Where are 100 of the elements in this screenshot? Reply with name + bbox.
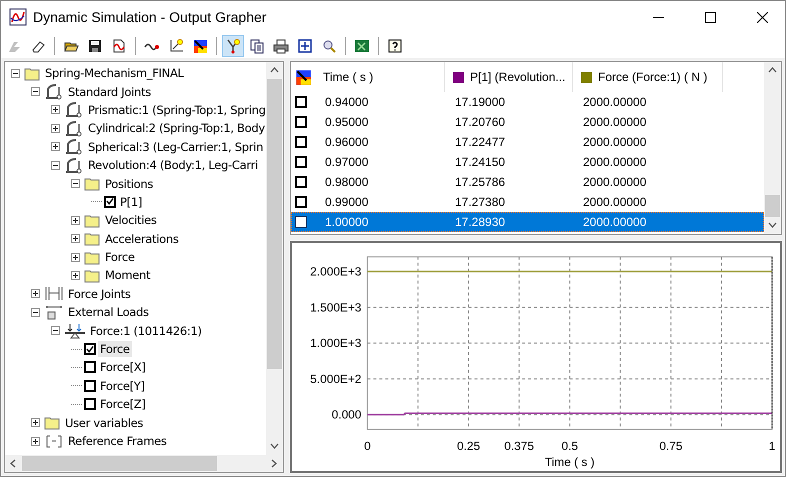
- vertical-scrollbar[interactable]: [266, 62, 283, 455]
- collapse-toggle[interactable]: [31, 308, 40, 317]
- column-header[interactable]: Force (Force:1) ( N ): [573, 62, 723, 92]
- table-cell-text: 0.96000: [324, 135, 370, 149]
- table-cell-text: 17.28930: [454, 215, 506, 229]
- y-tick-label: 1.000E+3: [310, 336, 362, 350]
- table-cell-text: 2000.00000: [582, 215, 648, 229]
- axes-icon: [168, 38, 184, 54]
- row-checkbox[interactable]: [295, 156, 307, 168]
- tree-item[interactable]: Force[Y]: [98, 378, 147, 394]
- expand-toggle[interactable]: [71, 216, 80, 225]
- row-checkbox[interactable]: [295, 116, 307, 128]
- table-cell-text: 17.25786: [454, 175, 506, 189]
- checkbox[interactable]: [84, 343, 96, 356]
- table-cell-text: 17.22477: [454, 135, 506, 149]
- checkbox[interactable]: [84, 361, 96, 374]
- expand-toggle[interactable]: [71, 234, 80, 244]
- tree-item[interactable]: Force[Z]: [98, 396, 148, 412]
- collapse-toggle[interactable]: [51, 326, 60, 336]
- x-tick-label: 0.75: [659, 439, 682, 454]
- folder-icon: [44, 415, 61, 430]
- cursor-icon: [225, 38, 241, 54]
- horizontal-scrollbar[interactable]: [5, 455, 283, 472]
- tree-item[interactable]: Revolution:4 (Body:1, Leg-Carri: [86, 157, 260, 174]
- table-cell-text: 17.27380: [454, 195, 506, 209]
- tree-item[interactable]: Accelerations: [103, 230, 181, 247]
- tree-item[interactable]: Cylindrical:2 (Spring-Top:1, Body: [86, 120, 266, 136]
- close-icon: [756, 12, 768, 22]
- checkbox[interactable]: [104, 196, 116, 208]
- expand-toggle[interactable]: [71, 252, 80, 262]
- table-row[interactable]: 0.95000 17.20760 2000.00000: [291, 112, 764, 132]
- tree-item[interactable]: User variables: [63, 414, 146, 431]
- expand-toggle[interactable]: [31, 436, 40, 446]
- checkbox[interactable]: [84, 380, 96, 392]
- table-row[interactable]: 0.96000 17.22477 2000.00000: [291, 132, 764, 152]
- force-joint-icon: [44, 286, 64, 302]
- vertical-scrollbar[interactable]: [764, 62, 781, 234]
- table-cell-text: 2000.00000: [582, 195, 648, 209]
- expand-toggle[interactable]: [31, 289, 40, 298]
- tree-item[interactable]: Standard Joints: [66, 84, 153, 100]
- expand-toggle[interactable]: [51, 105, 60, 114]
- tree-item[interactable]: Positions: [103, 176, 156, 192]
- expand-toggle[interactable]: [51, 142, 60, 152]
- tree-item[interactable]: Force: [103, 249, 137, 266]
- tree-item[interactable]: Force[X]: [98, 359, 148, 376]
- joint-icon: [44, 83, 64, 100]
- checkbox[interactable]: [84, 398, 96, 410]
- load-icon: [44, 304, 64, 320]
- force-icon: [64, 322, 86, 339]
- row-checkbox[interactable]: [295, 136, 307, 148]
- row-checkbox[interactable]: [295, 216, 307, 228]
- tree-item[interactable]: External Loads: [66, 304, 151, 320]
- y-tick-label: 0.000: [332, 408, 362, 422]
- expand-toggle[interactable]: [51, 124, 60, 133]
- joint-icon: [64, 120, 84, 137]
- tree-item[interactable]: Moment: [103, 267, 152, 284]
- scroll-thumb[interactable]: [22, 456, 217, 471]
- tree-item[interactable]: Spring-Mechanism_FINAL: [43, 65, 186, 82]
- table-row[interactable]: 1.00000 17.28930 2000.00000: [291, 212, 764, 232]
- frame-icon: [44, 434, 64, 448]
- column-header[interactable]: P[1] (Revolution...: [445, 62, 573, 92]
- collapse-toggle[interactable]: [71, 179, 80, 188]
- scroll-thumb[interactable]: [765, 195, 780, 217]
- table-cell-text: 2000.00000: [582, 95, 648, 109]
- y-tick-label: 1.500E+3: [310, 300, 362, 314]
- table-cell-text: 0.94000: [324, 95, 370, 109]
- row-checkbox[interactable]: [295, 196, 307, 208]
- toolbar-button[interactable]: [222, 34, 244, 56]
- row-checkbox[interactable]: [295, 96, 307, 108]
- tree-item[interactable]: Force Joints: [66, 286, 133, 302]
- tree-item[interactable]: Velocities: [103, 212, 159, 228]
- app-icon: [9, 8, 27, 26]
- row-checkbox[interactable]: [295, 176, 307, 188]
- expand-toggle[interactable]: [71, 270, 80, 280]
- table-row[interactable]: 0.99000 17.27380 2000.00000: [291, 192, 764, 212]
- table-cell-text: 17.19000: [454, 95, 506, 109]
- collapse-toggle[interactable]: [11, 68, 20, 78]
- tree-item[interactable]: Reference Frames: [66, 433, 169, 449]
- expand-toggle[interactable]: [31, 418, 40, 428]
- column-header[interactable]: Time ( s ): [315, 62, 445, 92]
- tree-item[interactable]: P[1]: [118, 194, 144, 210]
- x-tick-label: 0: [364, 439, 371, 454]
- collapse-toggle[interactable]: [51, 160, 60, 170]
- folder-icon: [84, 268, 101, 283]
- tree-item[interactable]: Force: [98, 341, 132, 358]
- table-row[interactable]: 0.97000 17.24150 2000.00000: [291, 152, 764, 172]
- table-cell-text: 17.24150: [454, 155, 506, 169]
- table-row[interactable]: 0.94000 17.19000 2000.00000: [291, 92, 764, 112]
- tree-item[interactable]: Spherical:3 (Leg-Carrier:1, Sprin: [86, 138, 266, 155]
- table-row[interactable]: 0.98000 17.25786 2000.00000: [291, 172, 764, 192]
- help-icon: [387, 38, 403, 54]
- tree-item[interactable]: Force:1 (1011426:1): [88, 322, 204, 339]
- export-icon: [111, 38, 127, 54]
- scroll-thumb[interactable]: [267, 79, 282, 369]
- column-title: P[1] (Revolution...: [470, 70, 566, 84]
- folder-icon: [84, 250, 101, 265]
- collapse-toggle[interactable]: [31, 87, 40, 96]
- table-cell-text: 0.99000: [324, 195, 370, 209]
- tree-item[interactable]: Prismatic:1 (Spring-Top:1, Spring: [86, 102, 266, 118]
- joint-icon: [64, 138, 84, 156]
